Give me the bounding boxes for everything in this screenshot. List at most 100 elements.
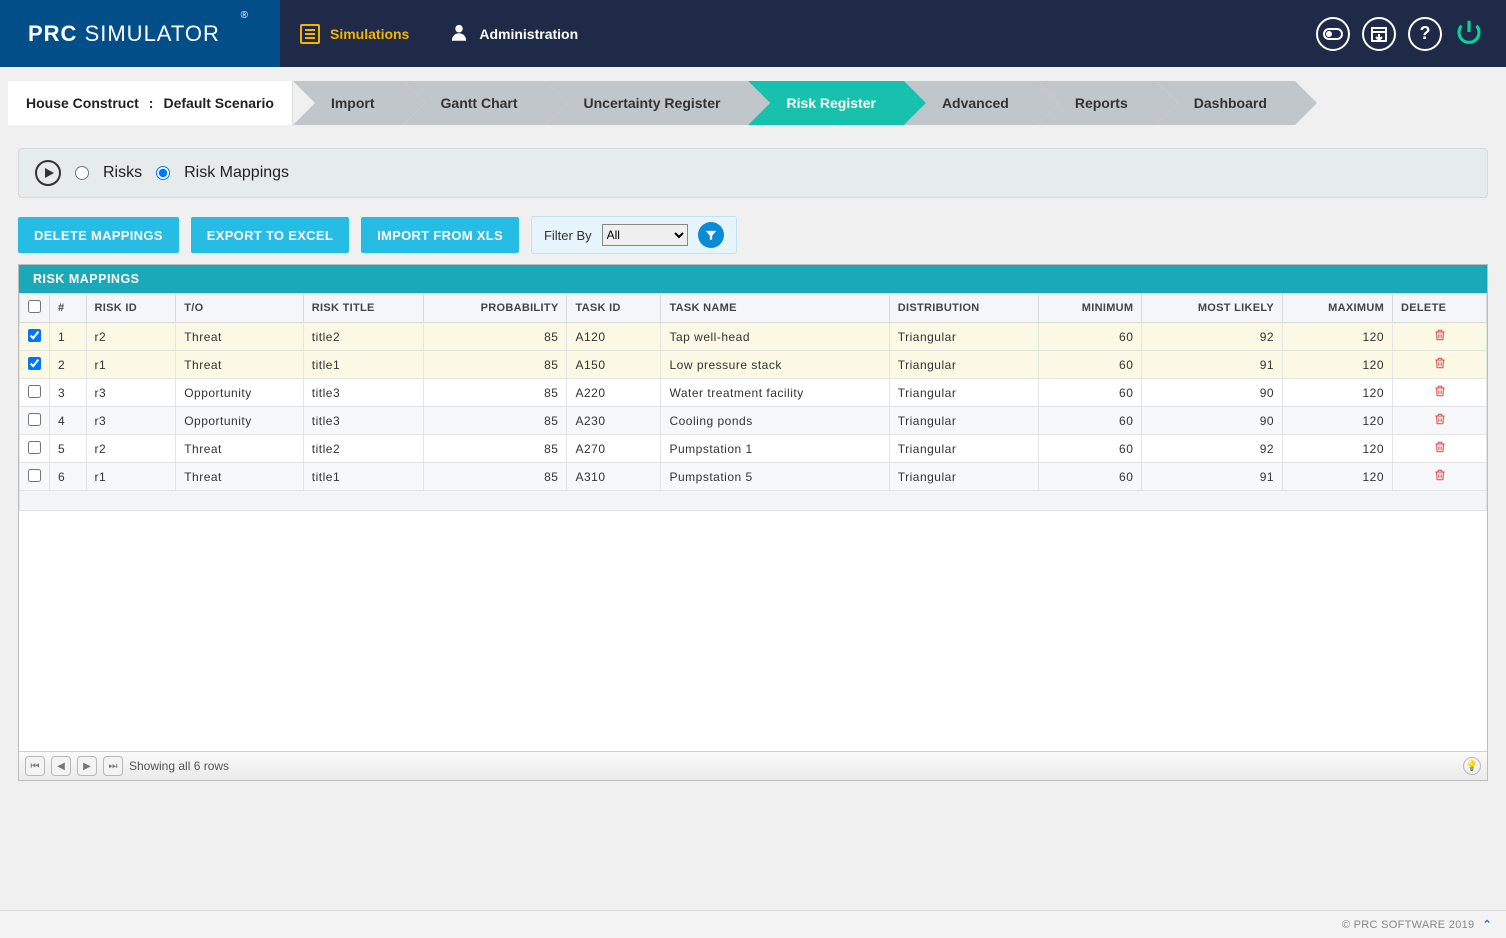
import-xls-button[interactable]: IMPORT FROM XLS xyxy=(361,217,519,253)
pager-last-icon[interactable]: ⏭ xyxy=(103,756,123,776)
radio-risk-mappings[interactable] xyxy=(156,166,170,180)
col-maximum[interactable]: MAXIMUM xyxy=(1283,294,1393,323)
filter-select[interactable]: All xyxy=(602,224,688,246)
cell-max: 120 xyxy=(1283,407,1393,435)
radio-risks-label[interactable]: Risks xyxy=(103,164,142,182)
col-most-likely[interactable]: MOST LIKELY xyxy=(1142,294,1283,323)
col-delete[interactable]: DELETE xyxy=(1393,294,1487,323)
delete-row-button[interactable] xyxy=(1393,379,1487,407)
table-row[interactable]: 5r2Threattitle285A270Pumpstation 1Triang… xyxy=(20,435,1487,463)
cell-prob: 85 xyxy=(424,463,567,491)
cell-ml: 90 xyxy=(1142,379,1283,407)
export-excel-button[interactable]: EXPORT TO EXCEL xyxy=(191,217,349,253)
table-row[interactable]: 3r3Opportunitytitle385A220Water treatmen… xyxy=(20,379,1487,407)
tab-uncertainty-register[interactable]: Uncertainty Register xyxy=(546,81,749,125)
cell-min: 60 xyxy=(1038,379,1142,407)
toggle-icon[interactable] xyxy=(1316,17,1350,51)
col-task-name[interactable]: TASK NAME xyxy=(661,294,889,323)
calendar-icon[interactable] xyxy=(1362,17,1396,51)
col-minimum[interactable]: MINIMUM xyxy=(1038,294,1142,323)
col-distribution[interactable]: DISTRIBUTION xyxy=(889,294,1038,323)
cell-prob: 85 xyxy=(424,351,567,379)
cell-n: 1 xyxy=(50,323,87,351)
cell-tname: Pumpstation 1 xyxy=(661,435,889,463)
cell-tid: A270 xyxy=(567,435,661,463)
cell-n: 4 xyxy=(50,407,87,435)
table-row[interactable]: 2r1Threattitle185A150Low pressure stackT… xyxy=(20,351,1487,379)
action-bar: DELETE MAPPINGS EXPORT TO EXCEL IMPORT F… xyxy=(0,198,1506,264)
row-checkbox[interactable] xyxy=(28,357,41,370)
row-checkbox[interactable] xyxy=(28,385,41,398)
scroll-top-icon[interactable]: ⌃ xyxy=(1482,918,1492,931)
cell-title: title2 xyxy=(303,435,424,463)
cell-prob: 85 xyxy=(424,407,567,435)
delete-row-button[interactable] xyxy=(1393,407,1487,435)
filter-group: Filter By All xyxy=(531,216,737,254)
pager-prev-icon[interactable]: ◀ xyxy=(51,756,71,776)
delete-row-button[interactable] xyxy=(1393,351,1487,379)
cell-rid: r1 xyxy=(86,351,176,379)
col-checkbox xyxy=(20,294,50,323)
cell-tname: Tap well-head xyxy=(661,323,889,351)
col--[interactable]: # xyxy=(50,294,87,323)
table-row[interactable]: 6r1Threattitle185A310Pumpstation 5Triang… xyxy=(20,463,1487,491)
pager-next-icon[interactable]: ▶ xyxy=(77,756,97,776)
cell-ml: 91 xyxy=(1142,351,1283,379)
cell-ml: 92 xyxy=(1142,435,1283,463)
cell-min: 60 xyxy=(1038,435,1142,463)
cell-max: 120 xyxy=(1283,351,1393,379)
delete-row-button[interactable] xyxy=(1393,435,1487,463)
logo-bold: PRC xyxy=(28,21,77,46)
power-icon[interactable] xyxy=(1454,17,1488,51)
col-task-id[interactable]: TASK ID xyxy=(567,294,661,323)
radio-risk-mappings-label[interactable]: Risk Mappings xyxy=(184,164,289,182)
cell-to: Opportunity xyxy=(176,379,304,407)
table-whitespace xyxy=(19,511,1487,751)
row-checkbox[interactable] xyxy=(28,469,41,482)
view-toggle-bar: Risks Risk Mappings xyxy=(18,148,1488,198)
lightbulb-icon[interactable]: 💡 xyxy=(1463,757,1481,775)
delete-row-button[interactable] xyxy=(1393,463,1487,491)
table-row[interactable]: 1r2Threattitle285A120Tap well-headTriang… xyxy=(20,323,1487,351)
row-checkbox[interactable] xyxy=(28,329,41,342)
page-footer: © PRC SOFTWARE 2019 ⌃ xyxy=(0,910,1506,938)
pager-first-icon[interactable]: ⏮ xyxy=(25,756,45,776)
logo: PRC SIMULATOR ® xyxy=(0,0,280,67)
col-risk-id[interactable]: RISK ID xyxy=(86,294,176,323)
breadcrumb[interactable]: House Construct : Default Scenario xyxy=(8,81,293,125)
cell-tname: Pumpstation 5 xyxy=(661,463,889,491)
cell-max: 120 xyxy=(1283,379,1393,407)
cell-n: 6 xyxy=(50,463,87,491)
filter-label: Filter By xyxy=(544,228,592,243)
nav-administration[interactable]: Administration xyxy=(449,22,578,45)
cell-title: title3 xyxy=(303,379,424,407)
select-all-checkbox[interactable] xyxy=(28,300,41,313)
cell-dist: Triangular xyxy=(889,407,1038,435)
table-row[interactable]: 4r3Opportunitytitle385A230Cooling pondsT… xyxy=(20,407,1487,435)
cell-prob: 85 xyxy=(424,323,567,351)
help-icon[interactable]: ? xyxy=(1408,17,1442,51)
row-checkbox[interactable] xyxy=(28,413,41,426)
cell-dist: Triangular xyxy=(889,379,1038,407)
run-icon[interactable] xyxy=(35,160,61,186)
nav-administration-label: Administration xyxy=(479,26,578,42)
cell-min: 60 xyxy=(1038,463,1142,491)
col-risk-title[interactable]: RISK TITLE xyxy=(303,294,424,323)
nav-simulations[interactable]: Simulations xyxy=(300,24,409,44)
cell-n: 2 xyxy=(50,351,87,379)
row-checkbox[interactable] xyxy=(28,441,41,454)
risk-mappings-panel: RISK MAPPINGS #RISK IDT/ORISK TITLEPROBA… xyxy=(18,264,1488,781)
delete-row-button[interactable] xyxy=(1393,323,1487,351)
cell-dist: Triangular xyxy=(889,435,1038,463)
tab-import[interactable]: Import xyxy=(293,81,403,125)
radio-risks[interactable] xyxy=(75,166,89,180)
col-probability[interactable]: PROBABILITY xyxy=(424,294,567,323)
tab-risk-register[interactable]: Risk Register xyxy=(748,81,903,125)
cell-rid: r2 xyxy=(86,435,176,463)
cell-prob: 85 xyxy=(424,379,567,407)
filter-icon[interactable] xyxy=(698,222,724,248)
delete-mappings-button[interactable]: DELETE MAPPINGS xyxy=(18,217,179,253)
col-t-o[interactable]: T/O xyxy=(176,294,304,323)
breadcrumb-project: House Construct xyxy=(26,95,139,111)
cell-prob: 85 xyxy=(424,435,567,463)
